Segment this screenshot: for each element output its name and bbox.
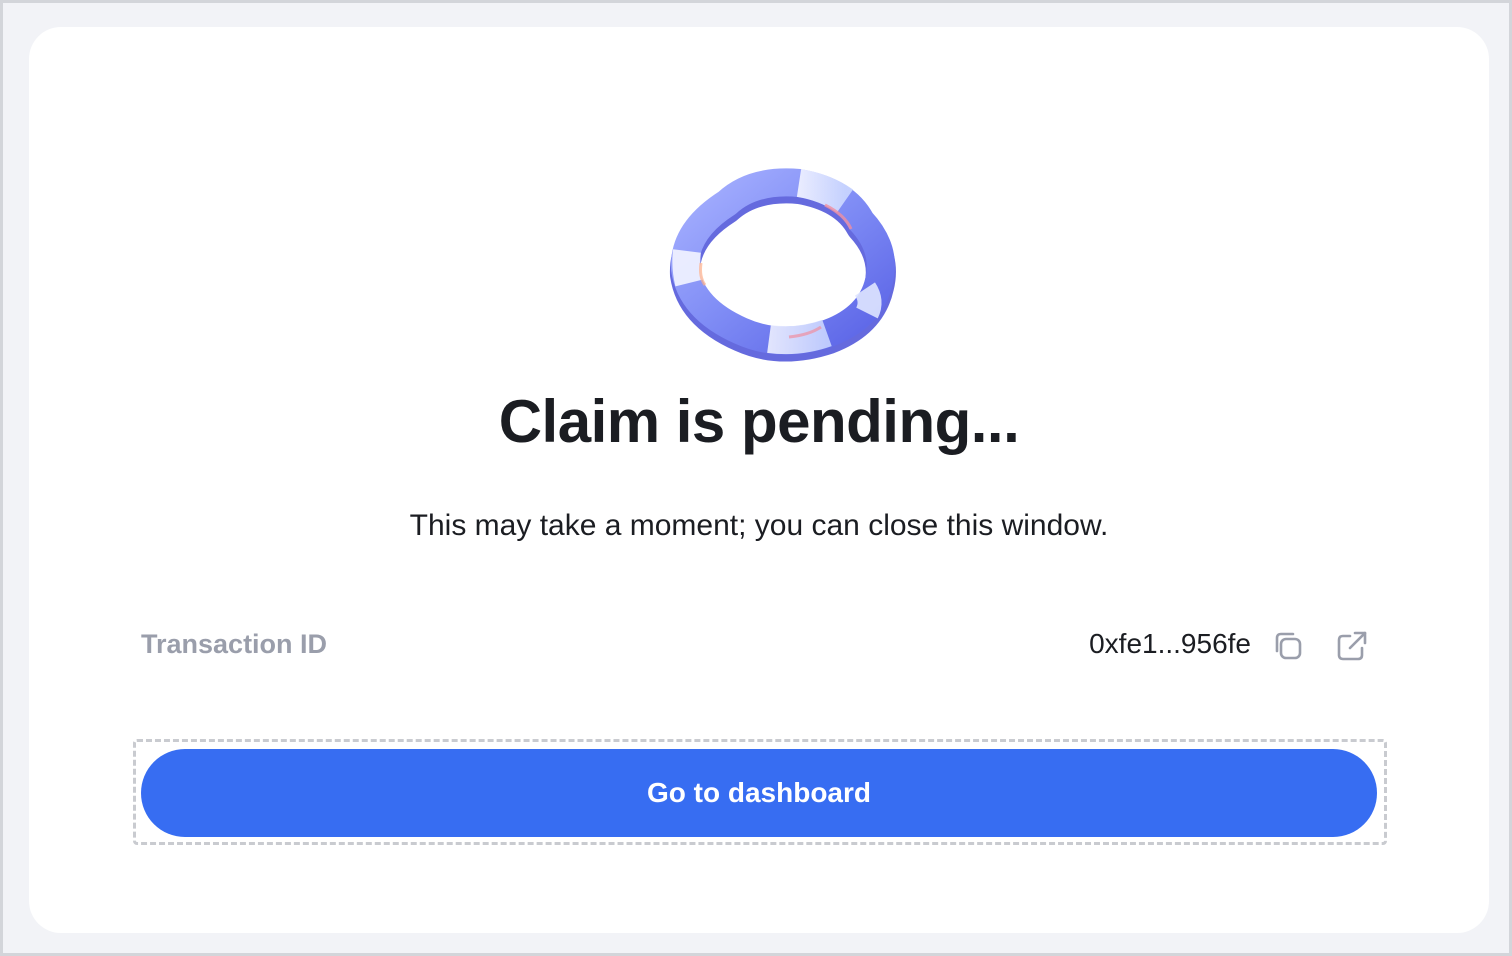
page-title: Claim is pending... — [498, 388, 1020, 455]
status-subtitle: This may take a moment; you can close th… — [409, 509, 1109, 542]
transaction-id-value: 0xfe1...956fe — [1089, 628, 1251, 659]
transaction-id-label: Transaction ID — [141, 629, 328, 659]
external-link-icon[interactable] — [1333, 627, 1371, 665]
pending-ring-icon — [649, 167, 917, 367]
go-to-dashboard-button[interactable]: Go to dashboard — [141, 749, 1377, 837]
claim-status-card: Claim is pending... This may take a mome… — [29, 27, 1489, 933]
copy-icon[interactable] — [1269, 627, 1307, 665]
window-frame: Claim is pending... This may take a mome… — [0, 0, 1512, 956]
